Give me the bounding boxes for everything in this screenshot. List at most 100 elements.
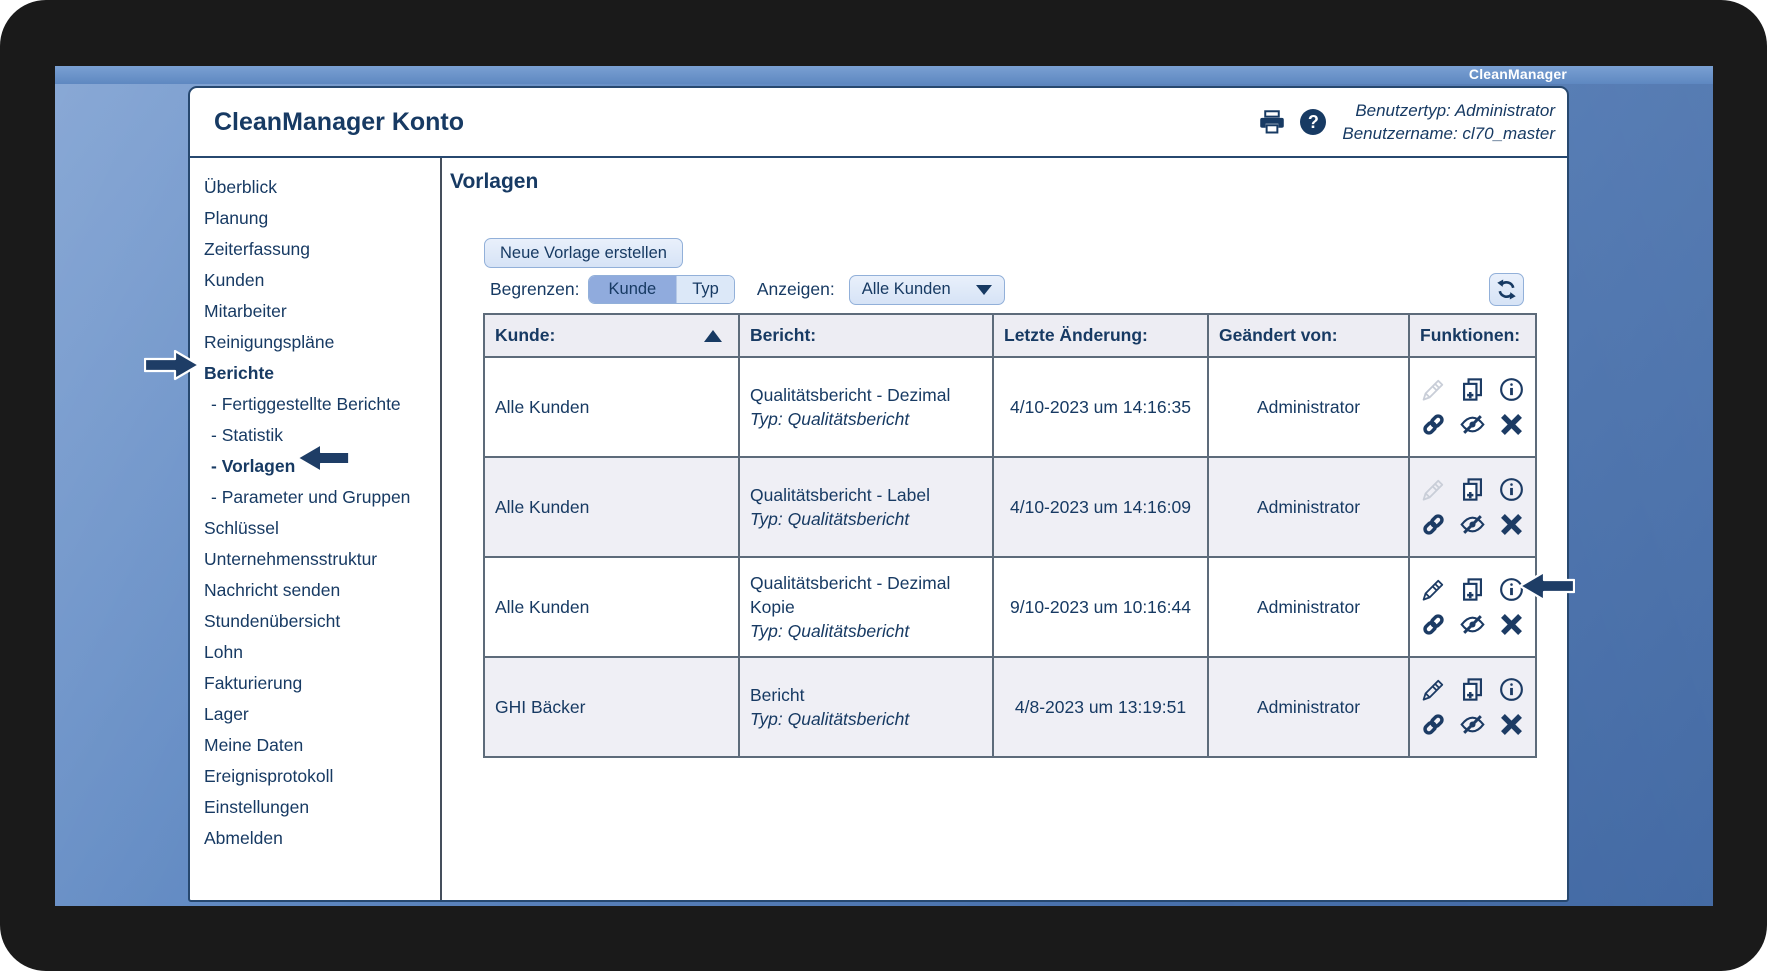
edit-icon <box>1420 376 1447 403</box>
sidebar-item-unternehmensstruktur[interactable]: Unternehmensstruktur <box>204 544 440 575</box>
sidebar-item-planung[interactable]: Planung <box>204 203 440 234</box>
chevron-down-icon <box>975 284 992 295</box>
sidebar-item-meine-daten[interactable]: Meine Daten <box>204 730 440 761</box>
cell-modified: 9/10-2023 um 10:16:44 <box>992 556 1209 658</box>
duplicate-icon[interactable] <box>1459 476 1486 503</box>
column-header-kunde[interactable]: Kunde: <box>483 313 740 358</box>
screenshot-stage: CleanManager CleanManager Konto Benutzer… <box>0 0 1767 971</box>
cell-modified-by: Administrator <box>1207 556 1410 658</box>
cell-modified-by: Administrator <box>1207 356 1410 458</box>
edit-icon <box>1420 476 1447 503</box>
cell-modified-by: Administrator <box>1207 656 1410 758</box>
cell-modified: 4/8-2023 um 13:19:51 <box>992 656 1209 758</box>
delete-icon[interactable] <box>1498 711 1525 738</box>
sidebar-nav: Überblick Planung Zeiterfassung Kunden M… <box>190 158 442 900</box>
desktop-background: CleanManager CleanManager Konto Benutzer… <box>55 66 1713 906</box>
hide-icon[interactable] <box>1459 511 1486 538</box>
limit-segmented-control: Kunde Typ <box>587 275 735 304</box>
duplicate-icon[interactable] <box>1459 576 1486 603</box>
cell-kunde: Alle Kunden <box>483 356 740 458</box>
filter-toolbar: Begrenzen: Kunde Typ Anzeigen: Alle Kund… <box>490 273 1567 306</box>
sidebar-item-fertiggestellte-berichte[interactable]: - Fertiggestellte Berichte <box>204 389 440 420</box>
sidebar-item-parameter-und-gruppen[interactable]: - Parameter und Gruppen <box>204 482 440 513</box>
annotation-arrow-vorlagen <box>296 443 350 473</box>
link-icon[interactable] <box>1420 711 1447 738</box>
info-icon[interactable] <box>1498 676 1525 703</box>
sort-ascending-icon <box>704 329 722 342</box>
annotation-arrow-berichte <box>144 349 201 381</box>
link-icon[interactable] <box>1420 411 1447 438</box>
user-name: Benutzername: cl70_master <box>1342 124 1555 143</box>
cell-kunde: GHI Bäcker <box>483 656 740 758</box>
sidebar-item-nachricht-senden[interactable]: Nachricht senden <box>204 575 440 606</box>
help-icon[interactable] <box>1300 109 1327 135</box>
sidebar-item-berichte[interactable]: Berichte <box>204 358 440 389</box>
templates-table: Kunde: Bericht: Letzte Änderung: Geänder… <box>483 313 1537 758</box>
window-header: CleanManager Konto Benutzertyp: Administ… <box>190 88 1567 158</box>
cell-bericht: Qualitätsbericht - Dezimal Typ: Qualität… <box>738 356 994 458</box>
limit-option-typ[interactable]: Typ <box>676 276 734 303</box>
cell-modified: 4/10-2023 um 14:16:09 <box>992 456 1209 558</box>
sidebar-item-schluessel[interactable]: Schlüssel <box>204 513 440 544</box>
info-icon[interactable] <box>1498 476 1525 503</box>
sidebar-item-ueberblick[interactable]: Überblick <box>204 172 440 203</box>
sidebar-item-lager[interactable]: Lager <box>204 699 440 730</box>
sidebar-item-ereignisprotokoll[interactable]: Ereignisprotokoll <box>204 761 440 792</box>
sidebar-item-abmelden[interactable]: Abmelden <box>204 823 440 854</box>
duplicate-icon[interactable] <box>1459 676 1486 703</box>
show-label: Anzeigen: <box>756 279 835 299</box>
refresh-button[interactable] <box>1489 273 1524 306</box>
section-heading: Vorlagen <box>450 170 539 193</box>
sidebar-item-lohn[interactable]: Lohn <box>204 637 440 668</box>
hide-icon[interactable] <box>1459 411 1486 438</box>
cell-modified: 4/10-2023 um 14:16:35 <box>992 356 1209 458</box>
link-icon[interactable] <box>1420 511 1447 538</box>
cell-functions <box>1408 456 1537 558</box>
table-row: Alle Kunden Qualitätsbericht - Label Typ… <box>483 456 1537 558</box>
cell-functions <box>1408 556 1537 658</box>
cell-bericht: Qualitätsbericht - Dezimal Kopie Typ: Qu… <box>738 556 994 658</box>
dropdown-selected-value: Alle Kunden <box>861 280 951 298</box>
sidebar-item-reinigungsplaene[interactable]: Reinigungspläne <box>204 327 440 358</box>
delete-icon[interactable] <box>1498 411 1525 438</box>
edit-icon[interactable] <box>1420 576 1447 603</box>
table-header-row: Kunde: Bericht: Letzte Änderung: Geänder… <box>483 313 1537 358</box>
cell-kunde: Alle Kunden <box>483 456 740 558</box>
sidebar-item-stundenuebersicht[interactable]: Stundenübersicht <box>204 606 440 637</box>
cell-kunde: Alle Kunden <box>483 556 740 658</box>
cell-modified-by: Administrator <box>1207 456 1410 558</box>
cell-bericht: Qualitätsbericht - Label Typ: Qualitätsb… <box>738 456 994 558</box>
cell-functions <box>1408 656 1537 758</box>
sidebar-item-mitarbeiter[interactable]: Mitarbeiter <box>204 296 440 327</box>
page-title: CleanManager Konto <box>214 107 465 136</box>
duplicate-icon[interactable] <box>1459 376 1486 403</box>
customer-filter-dropdown[interactable]: Alle Kunden <box>848 274 1005 305</box>
column-header-bericht[interactable]: Bericht: <box>738 313 994 358</box>
hide-icon[interactable] <box>1459 711 1486 738</box>
print-icon[interactable] <box>1258 108 1286 136</box>
edit-icon[interactable] <box>1420 676 1447 703</box>
link-icon[interactable] <box>1420 611 1447 638</box>
refresh-icon <box>1495 278 1518 301</box>
limit-label: Begrenzen: <box>490 279 580 299</box>
delete-icon[interactable] <box>1498 511 1525 538</box>
main-content: Vorlagen Neue Vorlage erstellen Begrenze… <box>442 158 1567 900</box>
sidebar-item-fakturierung[interactable]: Fakturierung <box>204 668 440 699</box>
cell-bericht: Bericht Typ: Qualitätsbericht <box>738 656 994 758</box>
create-template-button[interactable]: Neue Vorlage erstellen <box>484 238 683 268</box>
brand-text: CleanManager <box>1468 66 1567 82</box>
sidebar-item-kunden[interactable]: Kunden <box>204 265 440 296</box>
sidebar-item-einstellungen[interactable]: Einstellungen <box>204 792 440 823</box>
column-header-funktionen[interactable]: Funktionen: <box>1408 313 1537 358</box>
user-type: Benutzertyp: Administrator <box>1355 101 1555 120</box>
sidebar-item-zeiterfassung[interactable]: Zeiterfassung <box>204 234 440 265</box>
limit-option-kunde[interactable]: Kunde <box>588 276 677 303</box>
delete-icon[interactable] <box>1498 611 1525 638</box>
hide-icon[interactable] <box>1459 611 1486 638</box>
table-row: GHI Bäcker Bericht Typ: Qualitätsbericht… <box>483 656 1537 758</box>
user-info: Benutzertyp: Administrator Benutzername:… <box>1342 99 1555 145</box>
table-row: Alle Kunden Qualitätsbericht - Dezimal K… <box>483 556 1537 658</box>
column-header-geaendert-von[interactable]: Geändert von: <box>1207 313 1410 358</box>
column-header-letzte-aenderung[interactable]: Letzte Änderung: <box>992 313 1209 358</box>
info-icon[interactable] <box>1498 376 1525 403</box>
